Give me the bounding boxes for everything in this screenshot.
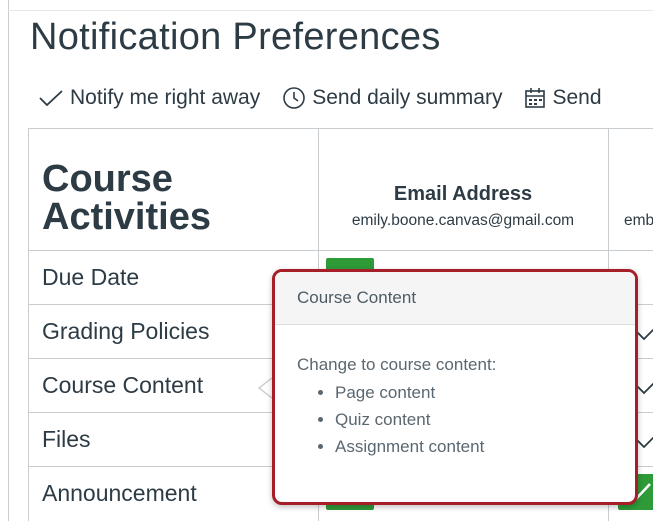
- table-row-divider: [28, 250, 653, 251]
- row-label-files: Files: [42, 426, 91, 452]
- list-item: Quiz content: [335, 408, 613, 431]
- column-name: Email Address: [393, 183, 533, 205]
- popover-header: Course Content: [275, 272, 635, 325]
- page-left-border: [8, 0, 9, 521]
- column-header-email: Email Address emily.boone.canvas@gmail.c…: [319, 183, 607, 230]
- check-icon: [39, 90, 63, 107]
- row-label-grading-policies: Grading Policies: [42, 318, 210, 344]
- list-item: Page content: [335, 381, 613, 404]
- popover-caret-icon: [257, 377, 273, 399]
- popover-list: Page content Quiz content Assignment con…: [297, 381, 613, 458]
- popover-body: Change to course content: Page content Q…: [275, 325, 635, 458]
- column-header-second: E emb: [620, 183, 653, 230]
- clock-icon: [283, 87, 306, 109]
- page-top-border: [8, 10, 653, 11]
- legend-item-weekly-summary: Send: [524, 86, 602, 110]
- row-label-due-date: Due Date: [42, 264, 140, 290]
- notification-preferences-page: Notification Preferences Notify me right…: [0, 0, 653, 521]
- table-border-left: [28, 128, 29, 521]
- legend-bar: Notify me right away Send daily summary …: [38, 84, 624, 112]
- section-title-line-2: Activities: [42, 196, 211, 238]
- legend-label: Send: [552, 86, 602, 109]
- calendar-icon: [525, 88, 546, 108]
- popover-intro: Change to course content:: [297, 355, 497, 374]
- row-label-course-content[interactable]: Course Content: [42, 372, 203, 399]
- column-address: emb: [624, 212, 653, 229]
- table-border-top: [28, 128, 653, 129]
- legend-item-notify-right-away: Notify me right away: [38, 86, 260, 110]
- row-label-announcement: Announcement: [42, 480, 197, 506]
- list-item: Assignment content: [335, 435, 613, 458]
- course-content-popover: Course Content Change to course content:…: [272, 269, 638, 505]
- section-title: Course Activities: [42, 160, 312, 236]
- page-title: Notification Preferences: [30, 16, 441, 58]
- legend-item-daily-summary: Send daily summary: [282, 86, 502, 110]
- legend-label: Send daily summary: [312, 86, 503, 109]
- section-title-line-1: Course: [42, 158, 173, 200]
- column-name: E: [620, 183, 653, 206]
- legend-label: Notify me right away: [70, 86, 261, 109]
- column-address: emily.boone.canvas@gmail.com: [351, 212, 575, 229]
